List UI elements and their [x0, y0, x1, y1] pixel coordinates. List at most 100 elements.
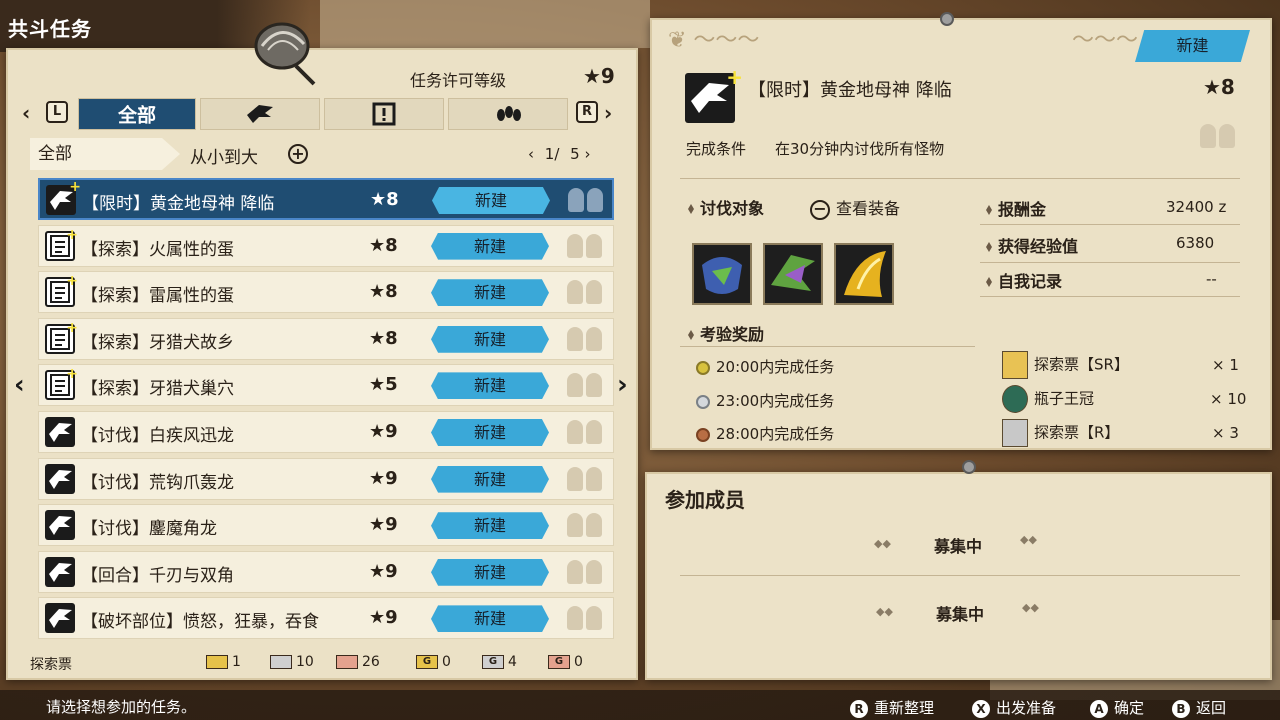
page-indicator[interactable]: ‹ 1/ 5 › [528, 145, 591, 163]
new-badge: 新建 [431, 232, 549, 260]
view-equipment-button[interactable]: − 查看装备 [810, 195, 900, 220]
monster-head-icon: + [46, 179, 81, 215]
divider [980, 296, 1240, 297]
tab-footprint[interactable] [448, 98, 568, 130]
quest-rank-label: 任务许可等级 [410, 71, 507, 90]
bottle-cap-icon [1002, 385, 1028, 413]
divider [980, 224, 1240, 225]
divider [680, 575, 1240, 576]
gold-ticket-icon [206, 655, 228, 669]
l-button-icon[interactable]: L [46, 101, 68, 123]
monster-head-icon [45, 603, 75, 634]
control-label: 返回 [1196, 699, 1227, 717]
quest-row[interactable]: 【讨伐】鏖魔角龙 ★9 新建 [38, 504, 614, 547]
page-total: 5 [570, 145, 580, 163]
challenge-silver-text: 23:00内完成任务 [716, 392, 835, 410]
exp-label: 获得经验值 [986, 233, 1078, 257]
reward-item-2: 瓶子王冠 [1002, 385, 1094, 413]
quest-stars: ★8 [369, 327, 398, 349]
quest-star-rank: ★8 [1203, 75, 1235, 99]
new-badge: 新建 [431, 279, 549, 307]
monster-head-icon [247, 105, 273, 123]
monster-head-icon [45, 510, 75, 541]
plus-icon[interactable]: + [288, 144, 308, 164]
tab-prev-arrow-icon[interactable]: ‹ [22, 101, 30, 125]
quest-stars: ★9 [369, 467, 398, 489]
page-prev-icon[interactable]: ‹ [528, 145, 534, 163]
challenge-gold: 20:00内完成任务 [696, 356, 834, 377]
monster-head-icon [45, 463, 75, 494]
sr-ticket-icon [1002, 351, 1028, 379]
ticket-bronze-count: 26 [362, 654, 380, 670]
bronze-medal-icon [696, 427, 710, 442]
footprint-icon [497, 106, 521, 121]
new-status-badge: 新建 [1135, 30, 1250, 62]
list-prev-arrow-icon[interactable]: ‹ [14, 370, 25, 400]
control-prepare[interactable]: X 出发准备 [972, 697, 1056, 718]
tab-hunt[interactable] [200, 98, 320, 130]
party-slot-icons [567, 513, 607, 539]
quest-row[interactable]: + 【探索】牙猎犬巢穴 ★5 新建 [38, 364, 614, 407]
quest-stars: ★9 [369, 560, 398, 582]
pin-icon [940, 12, 954, 26]
party-slot-icons [568, 188, 608, 214]
quest-row[interactable]: + 【探索】雷属性的蛋 ★8 新建 [38, 271, 614, 314]
r-button-icon[interactable]: R [576, 101, 598, 123]
quest-stars: ★9 [369, 421, 398, 442]
quest-row[interactable]: 【讨伐】荒钩爪轰龙 ★9 新建 [38, 457, 614, 500]
new-badge: 新建 [431, 605, 549, 633]
page-number: 1/ [544, 145, 560, 163]
quest-row[interactable]: 【破坏部位】愤怒，狂暴，吞食 ★9 新建 [38, 597, 614, 640]
background-poster [320, 0, 650, 48]
control-refresh[interactable]: R 重新整理 [850, 697, 934, 718]
ticket-silver: 10 [270, 654, 314, 672]
quest-name: 【回合】千刃与双角 [81, 565, 234, 586]
party-slot-icons [567, 466, 607, 493]
guild-medallion-icon [254, 22, 316, 86]
member-slot-1[interactable]: 募集中 [934, 533, 982, 557]
tab-all[interactable]: 全部 [78, 98, 196, 130]
quest-stars: ★5 [369, 374, 398, 396]
quest-name: 【探索】牙猎犬故乡 [81, 332, 234, 353]
reward-item-3: 探索票【R】 [1002, 419, 1119, 447]
tab-next-arrow-icon[interactable]: › [604, 101, 612, 125]
ticket-g-silver-count: 4 [508, 654, 517, 670]
target-monster-1 [692, 243, 752, 305]
target-monster-2 [763, 243, 823, 305]
control-back[interactable]: B 返回 [1172, 697, 1226, 718]
party-slot-icons [567, 420, 607, 446]
quest-row[interactable]: 【回合】千刃与双角 ★9 新建 [38, 550, 614, 593]
ticket-g-gold-count: 0 [442, 654, 451, 670]
party-slot-icons [1200, 124, 1238, 152]
filter-row: 全部 从小到大 + ‹ 1/ 5 › [30, 138, 620, 170]
divider [680, 178, 1240, 179]
control-label: 确定 [1114, 699, 1145, 717]
quest-row[interactable]: + 【探索】牙猎犬故乡 ★8 新建 [38, 317, 614, 360]
b-button-icon: B [1172, 700, 1190, 718]
ticket-g-bronze-count: 0 [574, 654, 583, 670]
quest-name: 【探索】雷属性的蛋 [81, 286, 234, 307]
reward-money-label: 报酬金 [986, 196, 1046, 220]
quest-row[interactable]: + 【探索】火属性的蛋 ★8 新建 [38, 224, 614, 267]
quest-row[interactable]: + 【限时】黄金地母神 降临 ★8 新建 [38, 178, 614, 220]
sort-order[interactable]: 从小到大 [190, 143, 258, 168]
control-label: 出发准备 [996, 699, 1057, 717]
ticket-g-gold: G0 [416, 654, 451, 672]
gold-medal-icon [696, 360, 710, 375]
tab-exploration[interactable] [324, 98, 444, 130]
filter-all[interactable]: 全部 [30, 138, 180, 170]
member-slot-2[interactable]: 募集中 [936, 601, 984, 625]
list-next-arrow-icon[interactable]: › [617, 370, 628, 400]
control-confirm[interactable]: A 确定 [1090, 697, 1144, 718]
quest-name: 【破坏部位】愤怒，狂暴，吞食 [81, 612, 319, 633]
page-next-icon[interactable]: › [585, 145, 591, 163]
quest-name: 【讨伐】白疾风迅龙 [81, 426, 234, 446]
minus-button-icon: − [810, 200, 830, 220]
ticket-silver-count: 10 [296, 654, 314, 670]
new-badge: 新建 [431, 325, 549, 353]
monster-head-icon [45, 417, 75, 447]
view-equipment-label: 查看装备 [836, 199, 901, 218]
party-slot-icons [567, 233, 607, 260]
quest-row[interactable]: 【讨伐】白疾风迅龙 ★9 新建 [38, 411, 614, 453]
quest-name: 【讨伐】鏖魔角龙 [81, 519, 217, 540]
